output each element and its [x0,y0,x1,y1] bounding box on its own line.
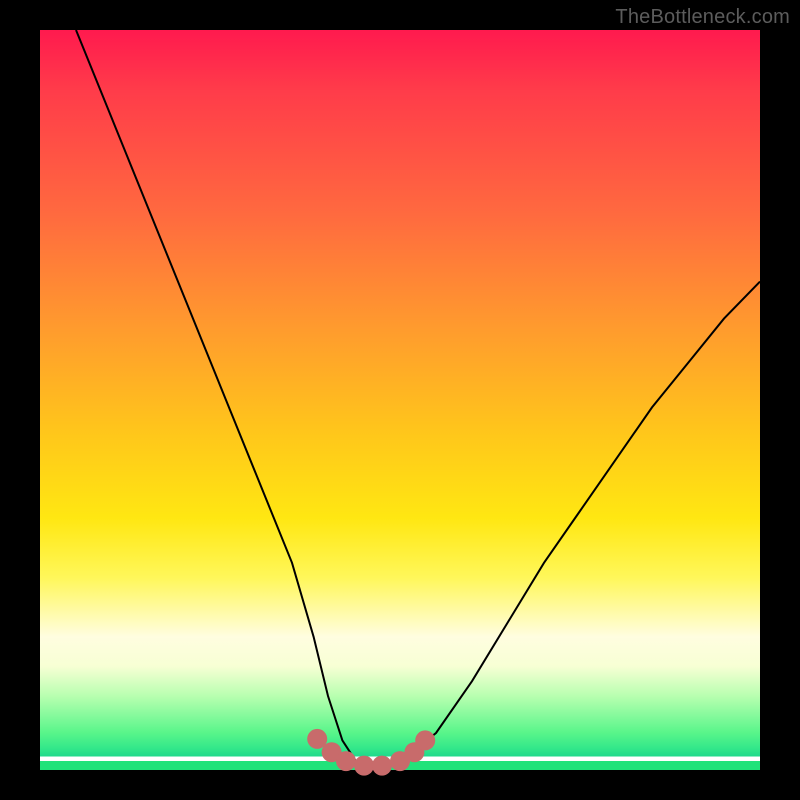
bottleneck-curve [76,30,760,766]
chart-frame: TheBottleneck.com [0,0,800,800]
highlight-dot [372,756,392,776]
chart-svg [40,30,760,770]
highlight-dot [336,751,356,771]
highlight-dot [415,730,435,750]
plot-area [40,30,760,770]
highlight-dot [354,756,374,776]
curve-path [76,30,760,766]
highlight-points [307,729,435,776]
watermark-text: TheBottleneck.com [615,6,790,29]
